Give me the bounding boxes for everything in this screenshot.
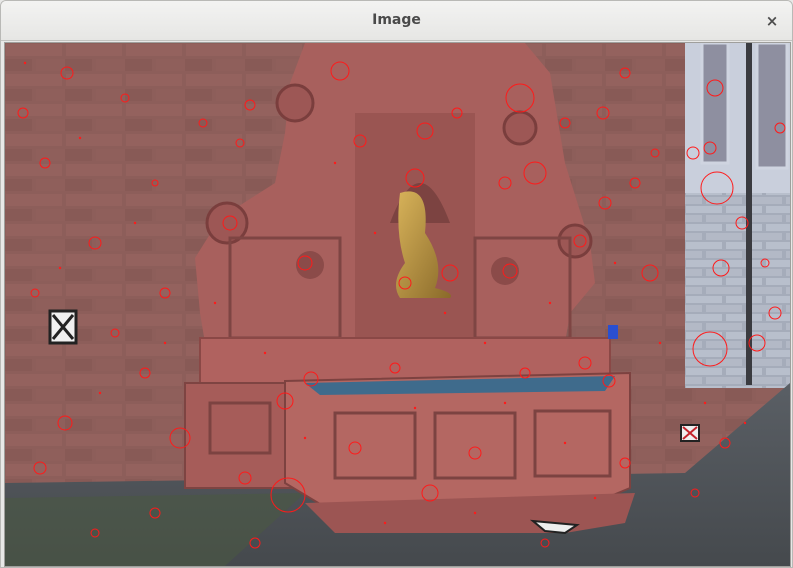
image-window: Image × (0, 0, 793, 568)
calibration-marker (680, 424, 700, 442)
calibration-marker (48, 309, 78, 345)
blue-marker (608, 325, 618, 339)
window-title: Image (372, 12, 421, 28)
image-canvas (4, 42, 791, 567)
drainpipe (746, 43, 752, 385)
fountain-image (5, 43, 790, 566)
building-window (755, 43, 789, 170)
title-bar: Image × (1, 1, 792, 41)
close-button[interactable]: × (760, 9, 784, 33)
